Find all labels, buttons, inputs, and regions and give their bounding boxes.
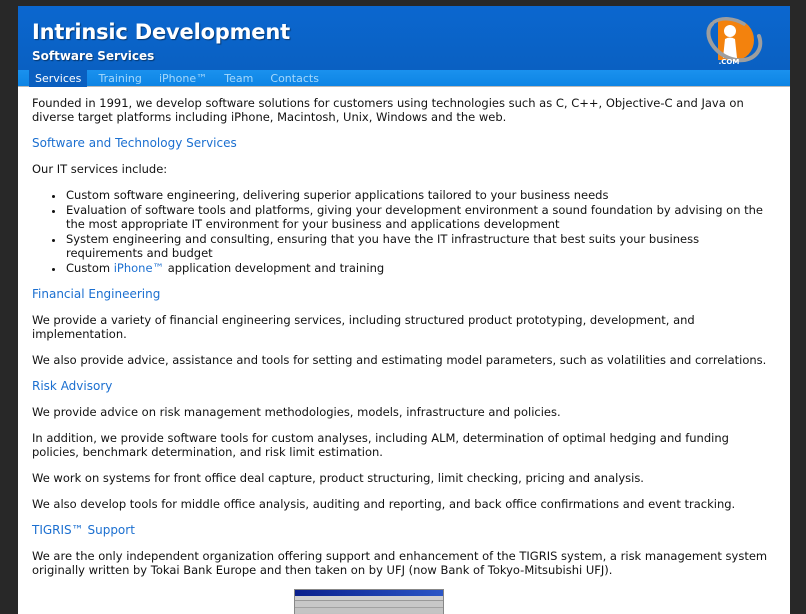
page-subtitle: Software Services: [32, 49, 155, 63]
bullet-suffix: application development and training: [164, 261, 385, 275]
list-item: Evaluation of software tools and platfor…: [64, 203, 776, 231]
bullet-prefix: Custom: [66, 261, 114, 275]
browser-viewport: Intrinsic Development Software Services …: [0, 0, 806, 614]
iphone-link[interactable]: iPhone™: [114, 261, 164, 275]
risk-paragraph: We provide advice on risk management met…: [32, 405, 561, 419]
tigris-screenshot-thumbnail[interactable]: [294, 589, 516, 614]
financial-paragraph: We also provide advice, assistance and t…: [32, 353, 767, 367]
nav-item-services[interactable]: Services: [29, 70, 88, 87]
section-heading-software[interactable]: Software and Technology Services: [32, 136, 776, 150]
tigris-paragraph: We are the only independent organization…: [32, 549, 768, 577]
software-lead: Our IT services include:: [32, 162, 168, 176]
section-heading-tigris[interactable]: TIGRIS™ Support: [32, 523, 776, 537]
risk-paragraph: We also develop tools for middle office …: [32, 497, 736, 511]
screenshot-figure: [32, 589, 776, 614]
nav-item-training[interactable]: Training: [92, 70, 147, 87]
section-heading-risk[interactable]: Risk Advisory: [32, 379, 776, 393]
screenshot-tabbar: [295, 608, 443, 613]
screenshot-toolbar: [295, 601, 443, 608]
risk-paragraph: We work on systems for front office deal…: [32, 471, 644, 485]
services-list: Custom software engineering, delivering …: [32, 188, 776, 275]
nav-item-contacts[interactable]: Contacts: [264, 70, 325, 87]
list-item: Custom iPhone™ application development a…: [64, 261, 776, 275]
screenshot-window-main: [294, 589, 444, 614]
site-logo[interactable]: .COM: [696, 12, 768, 68]
nav-item-iphone[interactable]: iPhone™: [153, 70, 213, 87]
intro-paragraph: Founded in 1991, we develop software sol…: [32, 96, 744, 124]
main-navigation: Services Training iPhone™ Team Contacts: [18, 70, 790, 87]
financial-paragraph: We provide a variety of financial engine…: [32, 313, 695, 341]
main-content: Founded in 1991, we develop software sol…: [18, 87, 790, 614]
page-title: Intrinsic Development: [32, 20, 290, 44]
site-header: Intrinsic Development Software Services …: [18, 6, 790, 70]
list-item: System engineering and consulting, ensur…: [64, 232, 776, 260]
logo-com-text: .COM: [719, 58, 740, 66]
list-item: Custom software engineering, delivering …: [64, 188, 776, 202]
risk-paragraph: In addition, we provide software tools f…: [32, 431, 729, 459]
nav-item-team[interactable]: Team: [218, 70, 259, 87]
web-page: Intrinsic Development Software Services …: [18, 6, 790, 614]
section-heading-financial[interactable]: Financial Engineering: [32, 287, 776, 301]
